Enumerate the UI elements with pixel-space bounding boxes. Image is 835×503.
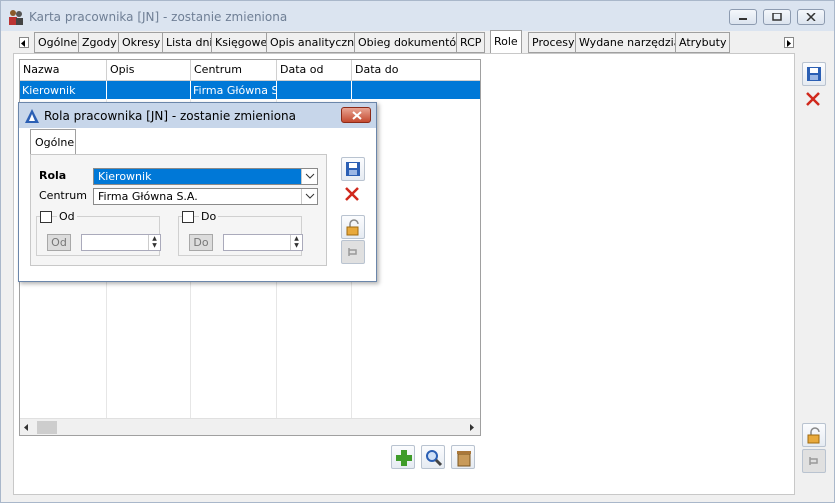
close-icon: [352, 111, 362, 120]
window-title: Karta pracownika [JN] - zostanie zmienio…: [29, 10, 288, 24]
cell-centrum: Firma Główna S.A: [191, 81, 277, 99]
pin-icon: [348, 248, 357, 256]
add-button[interactable]: [391, 445, 415, 469]
minimize-button[interactable]: [729, 9, 757, 25]
centrum-value: Firma Główna S.A.: [98, 190, 198, 203]
column-header-nazwa[interactable]: Nazwa: [20, 60, 107, 81]
od-button[interactable]: Od: [47, 234, 71, 251]
chevron-down-icon[interactable]: [301, 189, 317, 204]
close-button[interactable]: [797, 9, 825, 25]
rola-select[interactable]: Kierownik: [93, 168, 318, 185]
lock-icon: [346, 219, 359, 236]
tab-opis-analityczny[interactable]: Opis analityczny: [266, 32, 365, 53]
centrum-select[interactable]: Firma Główna S.A.: [93, 188, 318, 205]
delete-icon: [345, 187, 359, 201]
scroll-right-arrow-icon[interactable]: [468, 423, 476, 432]
dialog-close-button[interactable]: [341, 107, 371, 123]
pin-icon: [809, 457, 818, 465]
od-checkbox-label: Od: [57, 210, 77, 223]
do-checkbox[interactable]: [182, 211, 194, 223]
save-icon: [346, 162, 360, 176]
employee-card-icon: [9, 10, 23, 25]
dialog-pin-button[interactable]: [341, 240, 365, 264]
maximize-button[interactable]: [763, 9, 791, 25]
tab-scroll-right-button[interactable]: [784, 37, 794, 48]
dialog-save-button[interactable]: [341, 157, 365, 181]
scroll-left-arrow-icon[interactable]: [23, 423, 31, 432]
cell-data-od: [277, 81, 352, 99]
centrum-label: Centrum: [39, 189, 87, 202]
delete-button[interactable]: [802, 88, 826, 112]
column-header-data-do[interactable]: Data do: [352, 60, 480, 81]
scrollbar-thumb[interactable]: [37, 421, 57, 434]
tab-ksiegowe[interactable]: Księgowe: [211, 32, 272, 53]
od-checkbox[interactable]: [40, 211, 52, 223]
search-button[interactable]: [421, 445, 445, 469]
tab-bar: Ogólne Zgody Okresy Lista dni Księgowe O…: [1, 30, 834, 55]
tab-wydane-narzedzia[interactable]: Wydane narzędzia: [575, 32, 685, 53]
tab-role[interactable]: Role: [490, 30, 522, 54]
tab-lista-dni[interactable]: Lista dni: [162, 32, 217, 53]
column-header-opis[interactable]: Opis: [107, 60, 191, 81]
spinner-icon[interactable]: ▲ ▼: [148, 235, 160, 250]
od-date-input[interactable]: ▲ ▼: [81, 234, 161, 251]
tab-ogolne[interactable]: Ogólne: [34, 32, 82, 53]
tab-zgody[interactable]: Zgody: [78, 32, 121, 53]
do-checkbox-label: Do: [199, 210, 219, 223]
lock-icon: [807, 427, 820, 444]
chevron-down-icon[interactable]: [301, 169, 317, 184]
do-date-input[interactable]: ▲ ▼: [223, 234, 303, 251]
trash-button[interactable]: [451, 445, 475, 469]
cell-data-do: [352, 81, 480, 99]
table-row[interactable]: Kierownik Firma Główna S.A: [20, 81, 480, 99]
dialog-title-bar[interactable]: Rola pracownika [JN] - zostanie zmienion…: [19, 103, 376, 128]
dialog-delete-button[interactable]: [341, 183, 365, 207]
pin-button[interactable]: [802, 449, 826, 473]
tab-atrybuty[interactable]: Atrybuty: [675, 32, 731, 53]
od-group: Od Od ▲ ▼: [36, 210, 161, 256]
do-group: Do Do ▲ ▼: [178, 210, 303, 256]
cell-opis: [107, 81, 191, 99]
tab-scroll-left-button[interactable]: [19, 37, 29, 48]
dialog-lock-button[interactable]: [341, 215, 365, 239]
delete-icon: [806, 92, 820, 106]
spinner-icon[interactable]: ▲ ▼: [290, 235, 302, 250]
tab-procesy[interactable]: Procesy: [528, 32, 579, 53]
lock-button[interactable]: [802, 423, 826, 447]
trash-icon: [457, 451, 471, 467]
rola-label: Rola: [39, 169, 67, 182]
tab-obieg-dokumentow[interactable]: Obieg dokumentów: [354, 32, 470, 53]
title-bar: Karta pracownika [JN] - zostanie zmienio…: [1, 1, 834, 33]
save-button[interactable]: [802, 62, 826, 86]
cell-nazwa: Kierownik: [20, 81, 107, 99]
app-logo-icon: [25, 109, 39, 123]
dialog-title: Rola pracownika [JN] - zostanie zmienion…: [44, 109, 297, 123]
column-header-centrum[interactable]: Centrum: [191, 60, 277, 81]
do-button[interactable]: Do: [189, 234, 213, 251]
add-icon: [396, 450, 412, 466]
dialog-panel: Rola Kierownik Centrum Firma Główna S.A.…: [30, 154, 327, 266]
search-icon: [426, 450, 443, 467]
save-icon: [807, 67, 821, 81]
dialog-tab-ogolne[interactable]: Ogólne: [30, 129, 76, 154]
tab-rcp[interactable]: RCP: [456, 32, 486, 53]
tab-okresy[interactable]: Okresy: [118, 32, 165, 53]
horizontal-scrollbar[interactable]: [20, 418, 480, 435]
rola-value: Kierownik: [98, 170, 152, 183]
column-header-data-od[interactable]: Data od: [277, 60, 352, 81]
role-dialog: Rola pracownika [JN] - zostanie zmienion…: [18, 102, 377, 282]
